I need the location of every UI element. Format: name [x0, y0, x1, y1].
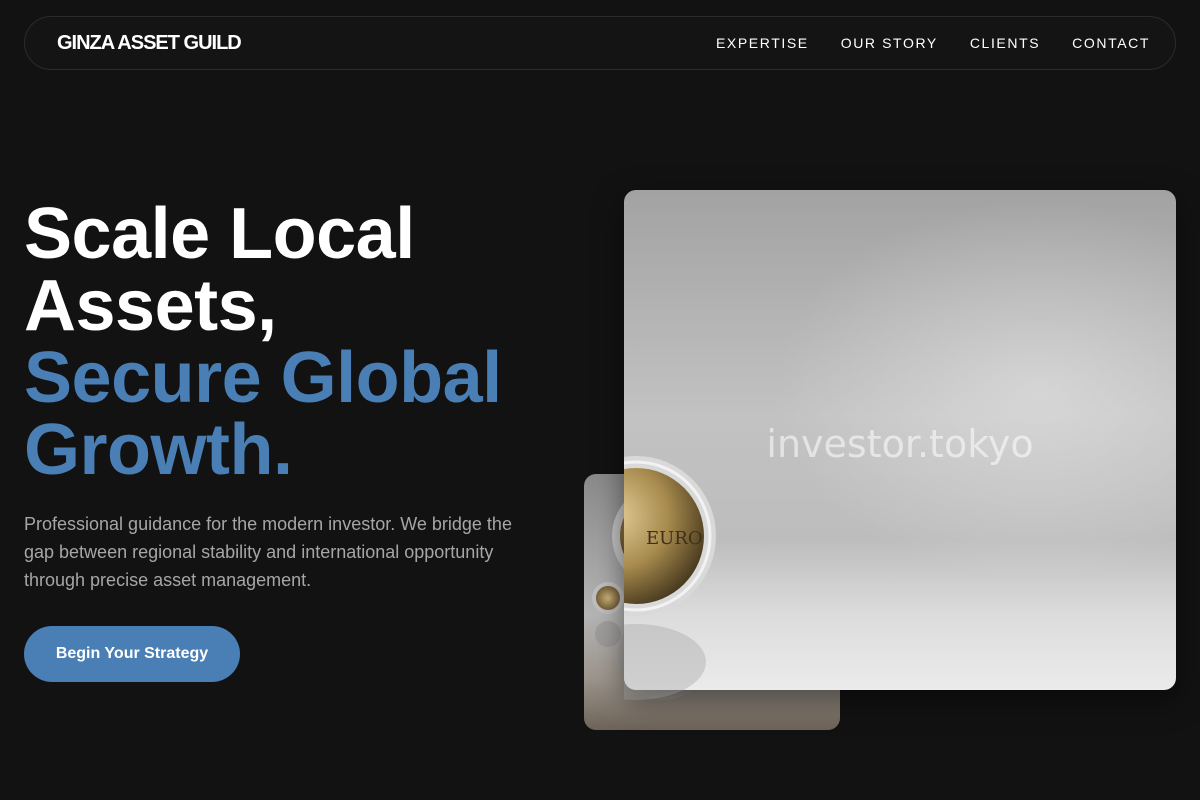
hero-title-line-2: Assets, [24, 266, 277, 346]
hero-description: Professional guidance for the modern inv… [24, 514, 512, 590]
euro-coin-illustration: EURO [624, 456, 716, 700]
hero-title-accent-line-2: Growth. [24, 410, 293, 490]
nav-link-expertise[interactable]: EXPERTISE [716, 35, 809, 51]
top-navigation-bar: GINZA ASSET GUILD EXPERTISE OUR STORY CL… [24, 16, 1176, 70]
nav-links: EXPERTISE OUR STORY CLIENTS CONTACT [716, 35, 1150, 51]
hero-title-line-1: Scale Local [24, 194, 415, 274]
nav-link-our-story[interactable]: OUR STORY [841, 35, 938, 51]
site-logo[interactable]: GINZA ASSET GUILD [57, 32, 242, 55]
hero-title-accent-line-1: Secure Global [24, 338, 502, 418]
coin-euro-text: EURO [646, 528, 703, 549]
nav-link-contact[interactable]: CONTACT [1072, 35, 1150, 51]
nav-link-clients[interactable]: CLIENTS [970, 35, 1040, 51]
hero-title: Scale Local Assets, Secure Global Growth… [24, 198, 564, 486]
begin-strategy-button[interactable]: Begin Your Strategy [24, 626, 240, 682]
